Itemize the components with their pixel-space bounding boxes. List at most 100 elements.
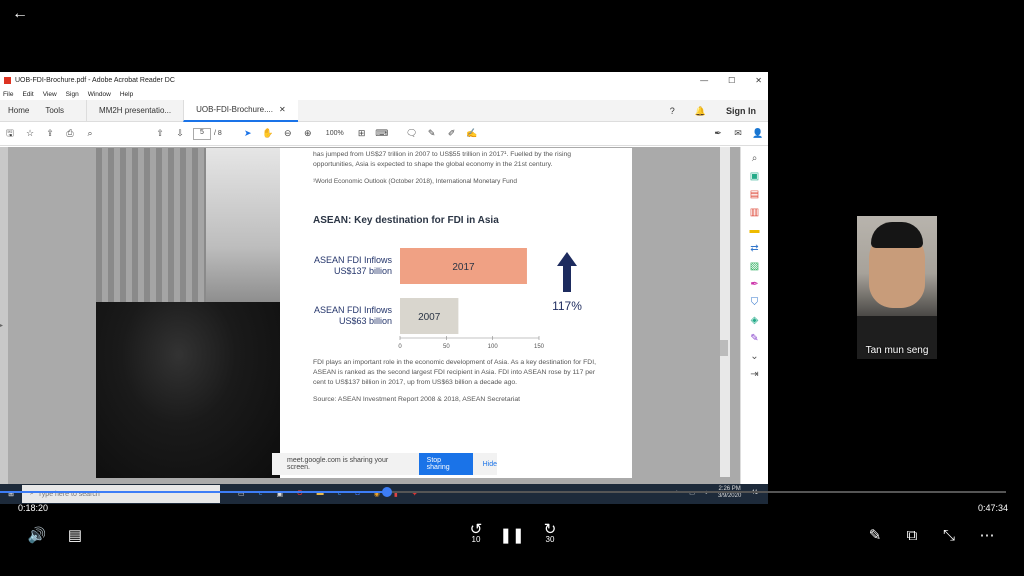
rewind-icon: ↺	[469, 521, 483, 538]
back-button[interactable]: ←	[6, 4, 34, 24]
row-label-2017-1: US$137 billion	[334, 266, 392, 276]
forward-label: 30	[545, 535, 555, 544]
export-icon[interactable]: ▧	[750, 261, 759, 272]
taskbar-search[interactable]: ⌕ Type here to search	[22, 485, 220, 503]
sign-icon[interactable]: ✒	[708, 128, 728, 139]
captions-button[interactable]: ▤	[64, 524, 86, 546]
fill-sign-icon[interactable]: ✒	[750, 279, 758, 290]
stamp-icon[interactable]: ✍	[462, 128, 482, 139]
menu-file[interactable]: File	[3, 91, 13, 98]
volume-icon: 🔊	[27, 527, 47, 544]
menu-window[interactable]: Window	[88, 91, 111, 98]
pdf-icon	[4, 76, 11, 84]
fit-page-icon[interactable]: ⊞	[352, 128, 372, 139]
tab-home[interactable]: Home	[0, 100, 37, 122]
rewind-label: 10	[471, 535, 481, 544]
participant-video[interactable]: Tan mun seng	[857, 216, 937, 359]
maximize-icon[interactable]: ☐	[728, 76, 735, 85]
footnote: ¹World Economic Outlook (October 2018), …	[313, 178, 518, 185]
stop-sharing-button[interactable]: Stop sharing	[418, 453, 473, 475]
tab-tools[interactable]: Tools	[37, 100, 72, 122]
edit-pen-icon[interactable]: ✎	[750, 333, 758, 344]
forward-button[interactable]: ↻ 30	[538, 522, 562, 548]
protect-icon[interactable]: ⛉	[751, 297, 759, 308]
pause-icon: ❚❚	[499, 527, 525, 544]
close-tab-icon[interactable]: ✕	[279, 105, 286, 114]
hide-button[interactable]: Hide	[483, 461, 497, 468]
zoom-search-icon[interactable]: ⌕	[752, 153, 758, 164]
participant-name: Tan mun seng	[865, 345, 929, 356]
chevron-down-icon[interactable]: ⌄	[750, 351, 758, 362]
zoom-in-icon[interactable]: ⊕	[298, 128, 318, 139]
annotate-button[interactable]: ✎	[864, 524, 886, 546]
print-icon[interactable]: ⎙	[60, 128, 80, 139]
body-paragraph: FDI plays an important role in the econo…	[313, 359, 596, 386]
captions-icon: ▤	[67, 527, 83, 544]
pause-button[interactable]: ❚❚	[499, 524, 525, 546]
volume-button[interactable]: 🔊	[26, 524, 48, 546]
left-panel-toggle[interactable]: ▸	[0, 147, 8, 504]
keyboard-icon[interactable]: ⌨	[372, 128, 392, 139]
page-up-icon[interactable]: ⇧	[150, 128, 170, 139]
picture-in-picture-icon: ⧉	[906, 526, 918, 544]
close-icon[interactable]: ✕	[755, 76, 762, 85]
intro-paragraph: has jumped from US$27 trillion in 2007 t…	[313, 151, 572, 168]
search-icon[interactable]: ⌕	[80, 128, 100, 139]
minimize-icon[interactable]: —	[700, 76, 708, 85]
menu-edit[interactable]: Edit	[22, 91, 33, 98]
draw-icon[interactable]: ✐	[442, 128, 462, 139]
zoom-level[interactable]: 100%	[326, 130, 344, 137]
collapse-button[interactable]: ⤡	[938, 524, 960, 546]
collapse-panel-icon[interactable]: ⇥	[750, 369, 758, 380]
share-message: meet.google.com is sharing your screen.	[287, 457, 389, 471]
star-icon[interactable]: ☆	[20, 128, 40, 139]
pip-button[interactable]: ⧉	[901, 524, 923, 546]
menu-sign[interactable]: Sign	[66, 91, 79, 98]
organize-pages-icon[interactable]: ▤	[750, 189, 759, 200]
scrollbar-thumb[interactable]	[720, 340, 728, 356]
growth-annotation: 117%	[552, 299, 582, 313]
select-cursor-icon[interactable]: ➤	[238, 128, 258, 139]
create-pdf-icon[interactable]: ▥	[750, 207, 759, 218]
tab-bar: Home Tools MM2H presentatio... UOB-FDI-B…	[0, 99, 768, 122]
upload-icon[interactable]: ⇪	[40, 128, 60, 139]
tab-mm2h[interactable]: MM2H presentatio...	[86, 99, 183, 122]
menu-help[interactable]: Help	[120, 91, 133, 98]
scan-icon[interactable]: ◈	[751, 315, 759, 326]
x-tick-label-150: 150	[534, 344, 545, 350]
highlight-icon[interactable]: ✎	[422, 128, 442, 139]
source-note: Source: ASEAN Investment Report 2008 & 2…	[313, 396, 521, 403]
more-button[interactable]: ⋯	[976, 524, 998, 546]
save-icon[interactable]: 🖫	[0, 126, 20, 142]
comment-panel-icon[interactable]: ▬	[750, 225, 760, 236]
total-time: 0:47:34	[978, 503, 1009, 513]
sign-in-button[interactable]: Sign In	[726, 106, 756, 116]
page-number-input[interactable]: 5	[193, 127, 211, 140]
section-heading: ASEAN: Key destination for FDI in Asia	[313, 215, 499, 226]
tab-bar-right: ? 🔔 Sign In	[670, 100, 756, 122]
tab-uob-fdi-label: UOB-FDI-Brochure....	[196, 105, 273, 114]
clock[interactable]: 2:26 PM 3/9/2020	[718, 486, 741, 500]
help-icon[interactable]: ?	[670, 106, 675, 116]
rewind-button[interactable]: ↺ 10	[464, 522, 488, 548]
right-tools-panel: ⌕ ▣ ▤ ▥ ▬ ⇄ ▧ ✒ ⛉ ◈ ✎ ⌄ ⇥	[740, 147, 768, 504]
fdi-bar-chart: 2017ASEAN FDI InflowsUS$137 billion2007A…	[314, 248, 582, 350]
comment-icon[interactable]: 🗨	[402, 128, 422, 139]
bar-label-2007: 2007	[418, 312, 441, 323]
bell-icon[interactable]: 🔔	[695, 106, 706, 117]
zoom-out-icon[interactable]: ⊖	[278, 128, 298, 139]
collapse-icon: ⤡	[942, 526, 955, 544]
acrobat-title-bar: UOB-FDI-Brochure.pdf - Adobe Acrobat Rea…	[0, 72, 768, 88]
send-icon[interactable]: ⇄	[750, 243, 758, 254]
tab-uob-fdi[interactable]: UOB-FDI-Brochure.... ✕	[183, 99, 298, 122]
window-controls: — ☐ ✕	[700, 72, 762, 88]
page-down-icon[interactable]: ⇩	[170, 128, 190, 139]
share-user-icon[interactable]: 👤	[748, 128, 768, 139]
export-pdf-icon[interactable]: ▣	[750, 171, 759, 182]
vertical-scrollbar[interactable]	[720, 147, 730, 477]
more-icon: ⋯	[979, 527, 995, 544]
menu-view[interactable]: View	[43, 91, 57, 98]
mail-icon[interactable]: ✉	[728, 128, 748, 139]
hand-icon[interactable]: ✋	[258, 128, 278, 139]
arrow-up-icon	[557, 252, 577, 292]
